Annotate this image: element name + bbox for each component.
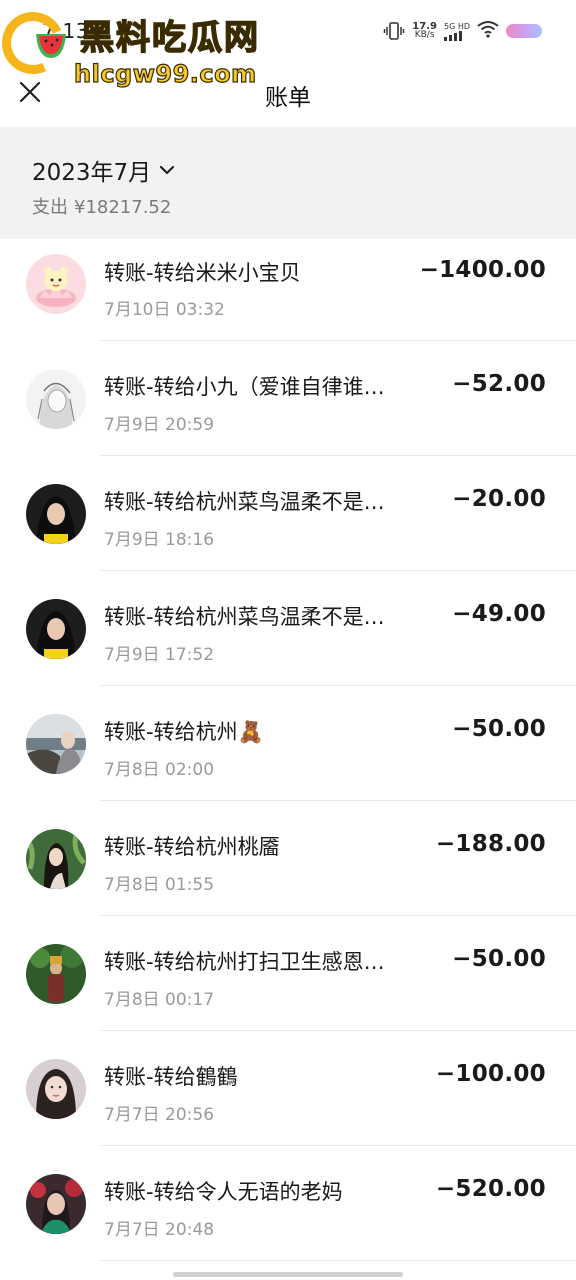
watermark-title: 黑料吃瓜网 bbox=[79, 17, 260, 59]
transaction-time: 7月7日 20:56 bbox=[104, 1105, 215, 1125]
transaction-amount: −49.00 bbox=[452, 601, 546, 627]
network-speed: 17.9 KB/s bbox=[412, 21, 437, 40]
transaction-name: 转账-转给杭州菜鸟温柔不是… bbox=[104, 605, 385, 629]
transaction-row[interactable]: 转账-转给杭州菜鸟温柔不是… 7月9日 17:52 −49.00 bbox=[0, 571, 576, 686]
transaction-time: 7月7日 20:48 bbox=[104, 1220, 215, 1240]
page-header: 账单 bbox=[0, 60, 576, 126]
transaction-name: 转账-转给米米小宝贝 bbox=[104, 261, 301, 285]
transaction-time: 7月10日 03:32 bbox=[104, 300, 225, 320]
transaction-row[interactable]: 转账-转给米米小宝贝 7月10日 03:32 −1400.00 bbox=[0, 239, 576, 341]
garden-avatar bbox=[26, 944, 86, 1004]
transaction-amount: −188.00 bbox=[435, 831, 546, 857]
transaction-time: 7月9日 20:59 bbox=[104, 415, 215, 435]
girl-yellow-avatar bbox=[26, 484, 86, 544]
transaction-name: 转账-转给鶴鶴 bbox=[104, 1065, 238, 1089]
girl-yellow-avatar bbox=[26, 599, 86, 659]
transaction-time: 7月9日 17:52 bbox=[104, 645, 215, 665]
expense-amount: ¥18217.52 bbox=[74, 197, 172, 218]
row-divider bbox=[100, 1260, 576, 1261]
seaside-girl-avatar bbox=[26, 714, 86, 774]
transaction-row[interactable]: 转账-转给小九（爱谁自律谁… 7月9日 20:59 −52.00 bbox=[0, 341, 576, 456]
expense-label: 支出 bbox=[32, 197, 68, 218]
transaction-row[interactable]: 转账-转给鶴鶴 7月7日 20:56 −100.00 bbox=[0, 1031, 576, 1146]
sketch-girl-avatar bbox=[26, 369, 86, 429]
expense-total: 支出 ¥18217.52 bbox=[32, 193, 171, 219]
transaction-time: 7月8日 01:55 bbox=[104, 875, 215, 895]
plant-girl-avatar bbox=[26, 829, 86, 889]
transaction-list: 转账-转给米米小宝贝 7月10日 03:32 −1400.00 转账-转给小九（… bbox=[0, 239, 576, 1261]
battery-icon bbox=[506, 24, 542, 38]
wifi-icon bbox=[477, 20, 499, 42]
vibrate-icon bbox=[383, 22, 405, 40]
signal-icon: 5G HD bbox=[443, 22, 470, 41]
month-picker[interactable]: 2023年7月 bbox=[32, 153, 175, 187]
transaction-time: 7月8日 02:00 bbox=[104, 760, 215, 780]
chevron-down-icon bbox=[160, 165, 175, 175]
transaction-row[interactable]: 转账-转给杭州桃靥 7月8日 01:55 −188.00 bbox=[0, 801, 576, 916]
flowers-woman-avatar bbox=[26, 1174, 86, 1234]
transaction-row[interactable]: 转账-转给杭州打扫卫生感恩… 7月8日 00:17 −50.00 bbox=[0, 916, 576, 1031]
transaction-amount: −52.00 bbox=[452, 371, 546, 397]
transaction-name: 转账-转给杭州菜鸟温柔不是… bbox=[104, 490, 385, 514]
transaction-name: 转账-转给杭州🧸 bbox=[104, 720, 264, 744]
transaction-amount: −20.00 bbox=[452, 486, 546, 512]
transaction-name: 转账-转给令人无语的老妈 bbox=[104, 1180, 343, 1204]
status-icons: 17.9 KB/s 5G HD bbox=[383, 18, 542, 44]
transaction-amount: −520.00 bbox=[435, 1176, 546, 1202]
watermelon-icon bbox=[36, 34, 66, 58]
transaction-amount: −1400.00 bbox=[419, 257, 546, 283]
transaction-amount: −50.00 bbox=[452, 716, 546, 742]
transaction-row[interactable]: 转账-转给杭州菜鸟温柔不是… 7月9日 18:16 −20.00 bbox=[0, 456, 576, 571]
month-label: 2023年7月 bbox=[32, 160, 152, 186]
month-summary: 2023年7月 支出 ¥18217.52 bbox=[0, 127, 576, 239]
transaction-amount: −100.00 bbox=[435, 1061, 546, 1087]
lotus-cartoon-avatar bbox=[26, 254, 86, 314]
transaction-name: 转账-转给小九（爱谁自律谁… bbox=[104, 375, 385, 399]
transaction-time: 7月8日 00:17 bbox=[104, 990, 215, 1010]
transaction-name: 转账-转给杭州打扫卫生感恩… bbox=[104, 950, 385, 974]
home-indicator[interactable] bbox=[173, 1272, 403, 1277]
page-title: 账单 bbox=[265, 85, 311, 111]
transaction-time: 7月9日 18:16 bbox=[104, 530, 215, 550]
transaction-row[interactable]: 转账-转给令人无语的老妈 7月7日 20:48 −520.00 bbox=[0, 1146, 576, 1261]
transaction-amount: −50.00 bbox=[452, 946, 546, 972]
transaction-name: 转账-转给杭州桃靥 bbox=[104, 835, 280, 859]
selfie-girl-avatar bbox=[26, 1059, 86, 1119]
transaction-row[interactable]: 转账-转给杭州🧸 7月8日 02:00 −50.00 bbox=[0, 686, 576, 801]
